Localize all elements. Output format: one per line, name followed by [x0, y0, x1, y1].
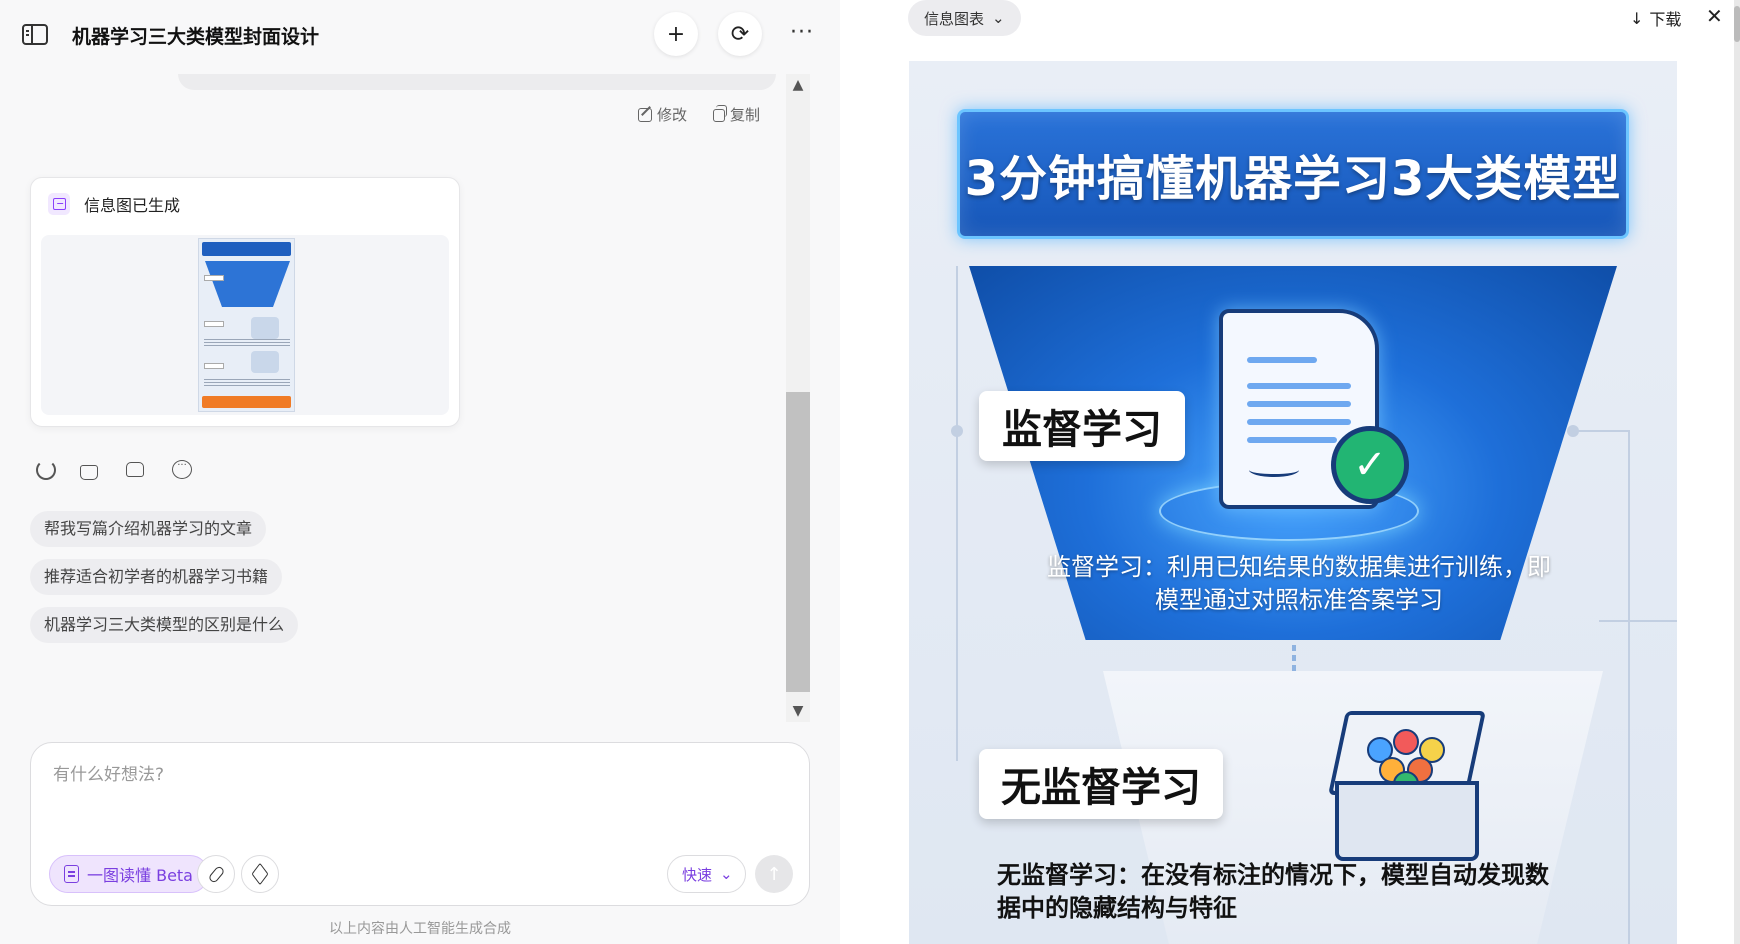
infographic-mode-pill[interactable]: 一图读懂 Beta [49, 855, 209, 893]
edit-label: 修改 [657, 106, 688, 124]
content-type-dropdown[interactable]: 信息图表 ⌄ [908, 0, 1021, 36]
thumbs-up-icon[interactable] [80, 460, 102, 482]
regenerate-icon[interactable] [36, 460, 56, 480]
suggestion-chip[interactable]: 机器学习三大类模型的区别是什么 [30, 607, 299, 643]
section-description-supervised: 监督学习：利用已知结果的数据集进行训练，即模型通过对照标准答案学习 [1047, 553, 1551, 614]
app-window: 机器学习三大类模型封面设计 + ⟳ ··· 修改 复制 信息图已生成 ··· 帮… [0, 0, 1740, 944]
signature-mark [1249, 463, 1299, 477]
paperclip-icon [207, 864, 225, 884]
download-button[interactable]: ↓ 下载 [1630, 6, 1681, 30]
card-preview[interactable] [41, 235, 449, 415]
sidebar-toggle-icon[interactable] [22, 24, 48, 45]
mode-pill-label: 一图读懂 Beta [87, 866, 193, 885]
infographic-title: 3分钟搞懂机器学习3大类模型 [964, 151, 1622, 207]
message-composer: 一图读懂 Beta 快速 ⌄ ↑ [30, 742, 810, 906]
ai-disclaimer: 以上内容由人工智能生成合成 [329, 921, 511, 937]
message-input[interactable] [53, 765, 773, 785]
image-icon [48, 193, 70, 215]
section-label-unsupervised: 无监督学习 [979, 749, 1223, 819]
section-description-unsupervised: 无监督学习：在没有标注的情况下，模型自动发现数据中的隐藏结构与特征 [997, 861, 1549, 922]
cube-icon [251, 862, 269, 886]
thumbnail-text [204, 379, 290, 387]
infographic-canvas: 3分钟搞懂机器学习3大类模型 ✓ 监督学习 监督学习：利用已知结果的数据集进行训… [909, 61, 1677, 944]
content-type-label: 信息图表 [924, 9, 985, 28]
attach-button[interactable] [197, 855, 235, 893]
edit-message-button[interactable]: 修改 [638, 104, 687, 125]
infographic-thumbnail[interactable] [198, 238, 295, 412]
thumbnail-box-icon [251, 317, 279, 339]
scroll-up-icon[interactable]: ▲ [786, 76, 810, 94]
preview-pane: 信息图表 ⌄ ↓ 下载 ✕ 3分钟搞懂机器学习3大类模型 ✓ 监督学习 监督学习… [840, 0, 1740, 944]
reaction-bar: ··· [36, 460, 192, 482]
copy-message-button[interactable]: 复制 [713, 104, 760, 125]
chat-header: 机器学习三大类模型封面设计 + ⟳ ··· [0, 0, 840, 70]
doc-line [1247, 383, 1351, 389]
copy-icon [713, 105, 727, 122]
thumbnail-title-bar [202, 242, 291, 256]
refresh-button[interactable]: ⟳ [718, 12, 762, 56]
thumbnail-label [204, 321, 224, 327]
box-of-balls-icon [1317, 711, 1497, 861]
doc-line [1247, 437, 1337, 443]
chat-pane: 机器学习三大类模型封面设计 + ⟳ ··· 修改 复制 信息图已生成 ··· 帮… [0, 0, 840, 944]
refresh-icon: ⟳ [730, 21, 750, 47]
plus-icon: + [666, 21, 686, 47]
arrow-up-icon: ↑ [766, 863, 782, 885]
speed-select[interactable]: 快速 ⌄ [667, 855, 746, 893]
doc-line [1247, 357, 1317, 363]
checkmark-icon: ✓ [1331, 426, 1409, 504]
new-chat-button[interactable]: + [654, 12, 698, 56]
chevron-down-icon: ⌄ [992, 9, 1005, 27]
suggestion-chip[interactable]: 推荐适合初学者的机器学习书籍 [30, 559, 283, 595]
download-label: 下载 [1649, 10, 1682, 29]
thumbnail-text [204, 339, 290, 347]
thumbnail-map-icon [251, 351, 279, 373]
doc-line [1247, 419, 1351, 425]
chat-scrollbar[interactable]: ▲ ▼ [786, 74, 810, 722]
edit-icon [638, 107, 652, 122]
plugin-button[interactable] [241, 855, 279, 893]
copy-label: 复制 [730, 106, 761, 124]
send-button[interactable]: ↑ [755, 855, 793, 893]
comment-icon[interactable]: ··· [172, 460, 192, 479]
infographic-result-card[interactable]: 信息图已生成 [30, 177, 460, 427]
previous-message-bubble [178, 74, 776, 90]
doc-line [1247, 401, 1351, 407]
chevron-down-icon: ⌄ [720, 865, 733, 883]
close-icon[interactable]: ✕ [1706, 4, 1723, 28]
thumbnail-funnel [205, 261, 290, 307]
suggestion-chip[interactable]: 帮我写篇介绍机器学习的文章 [30, 511, 267, 547]
thumbnail-label [204, 363, 224, 369]
download-icon: ↓ [1630, 8, 1644, 28]
thumbnail-label [204, 275, 224, 281]
section-label-supervised: 监督学习 [979, 391, 1185, 461]
ball [1393, 729, 1419, 755]
scroll-down-icon[interactable]: ▼ [786, 702, 810, 720]
preview-scrollbar[interactable] [1734, 0, 1740, 944]
document-icon [64, 865, 79, 883]
infographic-title-banner: 3分钟搞懂机器学习3大类模型 [957, 109, 1629, 239]
conversation-title: 机器学习三大类模型封面设计 [72, 26, 320, 48]
more-options-icon[interactable]: ··· [790, 20, 814, 45]
thumbnail-footer-bar [202, 396, 291, 408]
box-body [1335, 781, 1479, 861]
thumbs-down-icon[interactable] [126, 460, 148, 482]
speed-label: 快速 [682, 865, 713, 884]
card-title: 信息图已生成 [84, 196, 181, 215]
scroll-thumb[interactable] [786, 392, 810, 692]
